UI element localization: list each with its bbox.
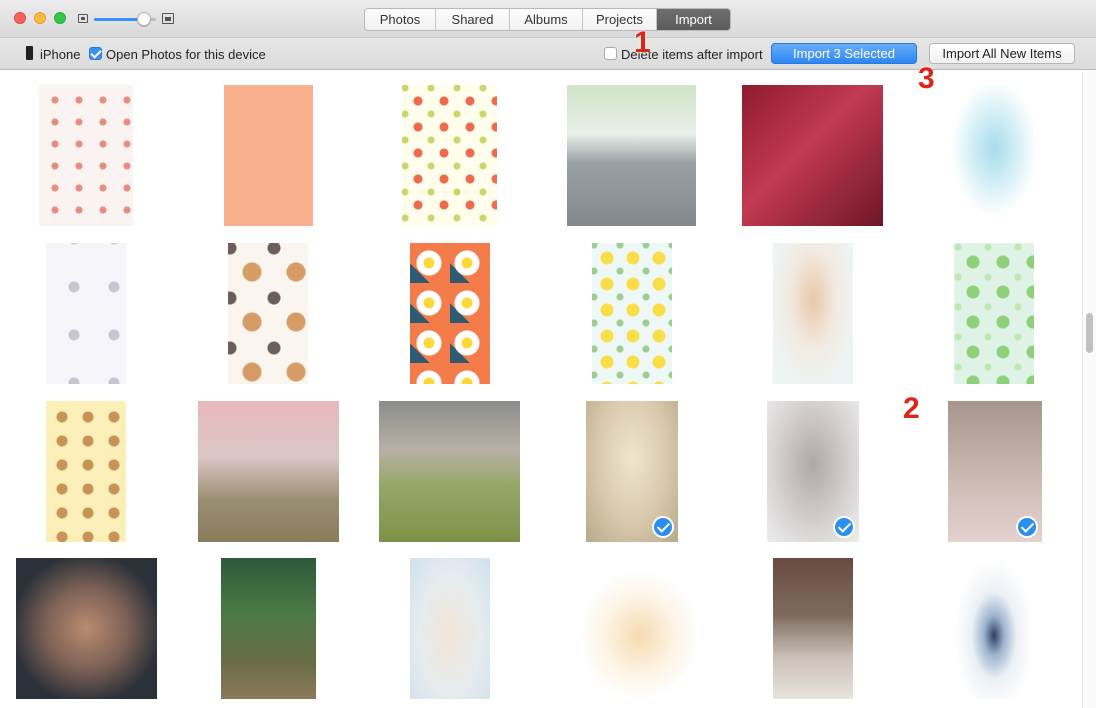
open-photos-checkbox[interactable] [89, 47, 102, 60]
tab-import[interactable]: Import [657, 9, 730, 30]
iphone-icon [26, 46, 33, 60]
photo-thumbnail[interactable] [954, 558, 1034, 699]
fullscreen-window-button[interactable] [54, 12, 66, 24]
photo-thumbnail[interactable] [567, 85, 696, 226]
photo-thumbnail[interactable] [410, 558, 490, 699]
photo-thumbnail[interactable] [773, 558, 853, 699]
photo-thumbnail[interactable] [569, 558, 710, 699]
photo-thumbnail[interactable] [773, 243, 853, 384]
photo-thumbnail[interactable] [402, 85, 497, 226]
tab-albums[interactable]: Albums [510, 9, 583, 30]
photo-thumbnail-selected[interactable] [948, 401, 1042, 542]
photo-thumbnail[interactable] [228, 243, 308, 384]
callout-number-1: 1 [634, 26, 651, 59]
photo-thumbnail[interactable] [410, 243, 490, 384]
selected-check-icon [652, 516, 674, 538]
vertical-scrollbar[interactable] [1082, 71, 1096, 708]
zoom-slider[interactable] [94, 12, 156, 26]
photo-thumbnail[interactable] [16, 558, 157, 699]
tab-photos[interactable]: Photos [365, 9, 436, 30]
zoom-slider-knob[interactable] [136, 12, 151, 26]
photo-thumbnail-selected[interactable] [586, 401, 678, 542]
close-window-button[interactable] [14, 12, 26, 24]
title-bar: Photos Shared Albums Projects Import [0, 0, 1096, 38]
photo-thumbnail[interactable] [46, 401, 126, 542]
photo-thumbnail[interactable] [46, 243, 126, 384]
photo-thumbnail[interactable] [39, 85, 133, 226]
zoom-in-icon[interactable] [162, 13, 174, 24]
photo-thumbnail[interactable] [954, 243, 1034, 384]
device-name: iPhone [40, 47, 81, 62]
photo-thumbnail[interactable] [221, 558, 316, 699]
photo-thumbnail[interactable] [224, 85, 313, 226]
photos-import-window: Photos Shared Albums Projects Import iPh… [0, 0, 1096, 708]
callout-number-2: 2 [903, 392, 920, 425]
delete-after-import-checkbox[interactable] [604, 47, 617, 60]
minimize-window-button[interactable] [34, 12, 46, 24]
import-selected-button[interactable]: Import 3 Selected [771, 43, 917, 64]
photo-thumbnail[interactable] [592, 243, 672, 384]
photo-thumbnail-selected[interactable] [767, 401, 859, 542]
photo-grid [0, 71, 1082, 708]
open-photos-label[interactable]: Open Photos for this device [106, 47, 266, 62]
photo-thumbnail[interactable] [379, 401, 520, 542]
selected-check-icon [1016, 516, 1038, 538]
zoom-out-icon[interactable] [78, 14, 88, 23]
selected-check-icon [833, 516, 855, 538]
callout-number-3: 3 [918, 62, 935, 95]
view-tabs: Photos Shared Albums Projects Import [364, 8, 731, 31]
photo-thumbnail[interactable] [198, 401, 339, 542]
photo-thumbnail[interactable] [742, 85, 883, 226]
photo-thumbnail[interactable] [946, 85, 1043, 226]
scrollbar-thumb[interactable] [1086, 313, 1093, 353]
tab-shared[interactable]: Shared [436, 9, 510, 30]
import-all-button[interactable]: Import All New Items [929, 43, 1075, 64]
